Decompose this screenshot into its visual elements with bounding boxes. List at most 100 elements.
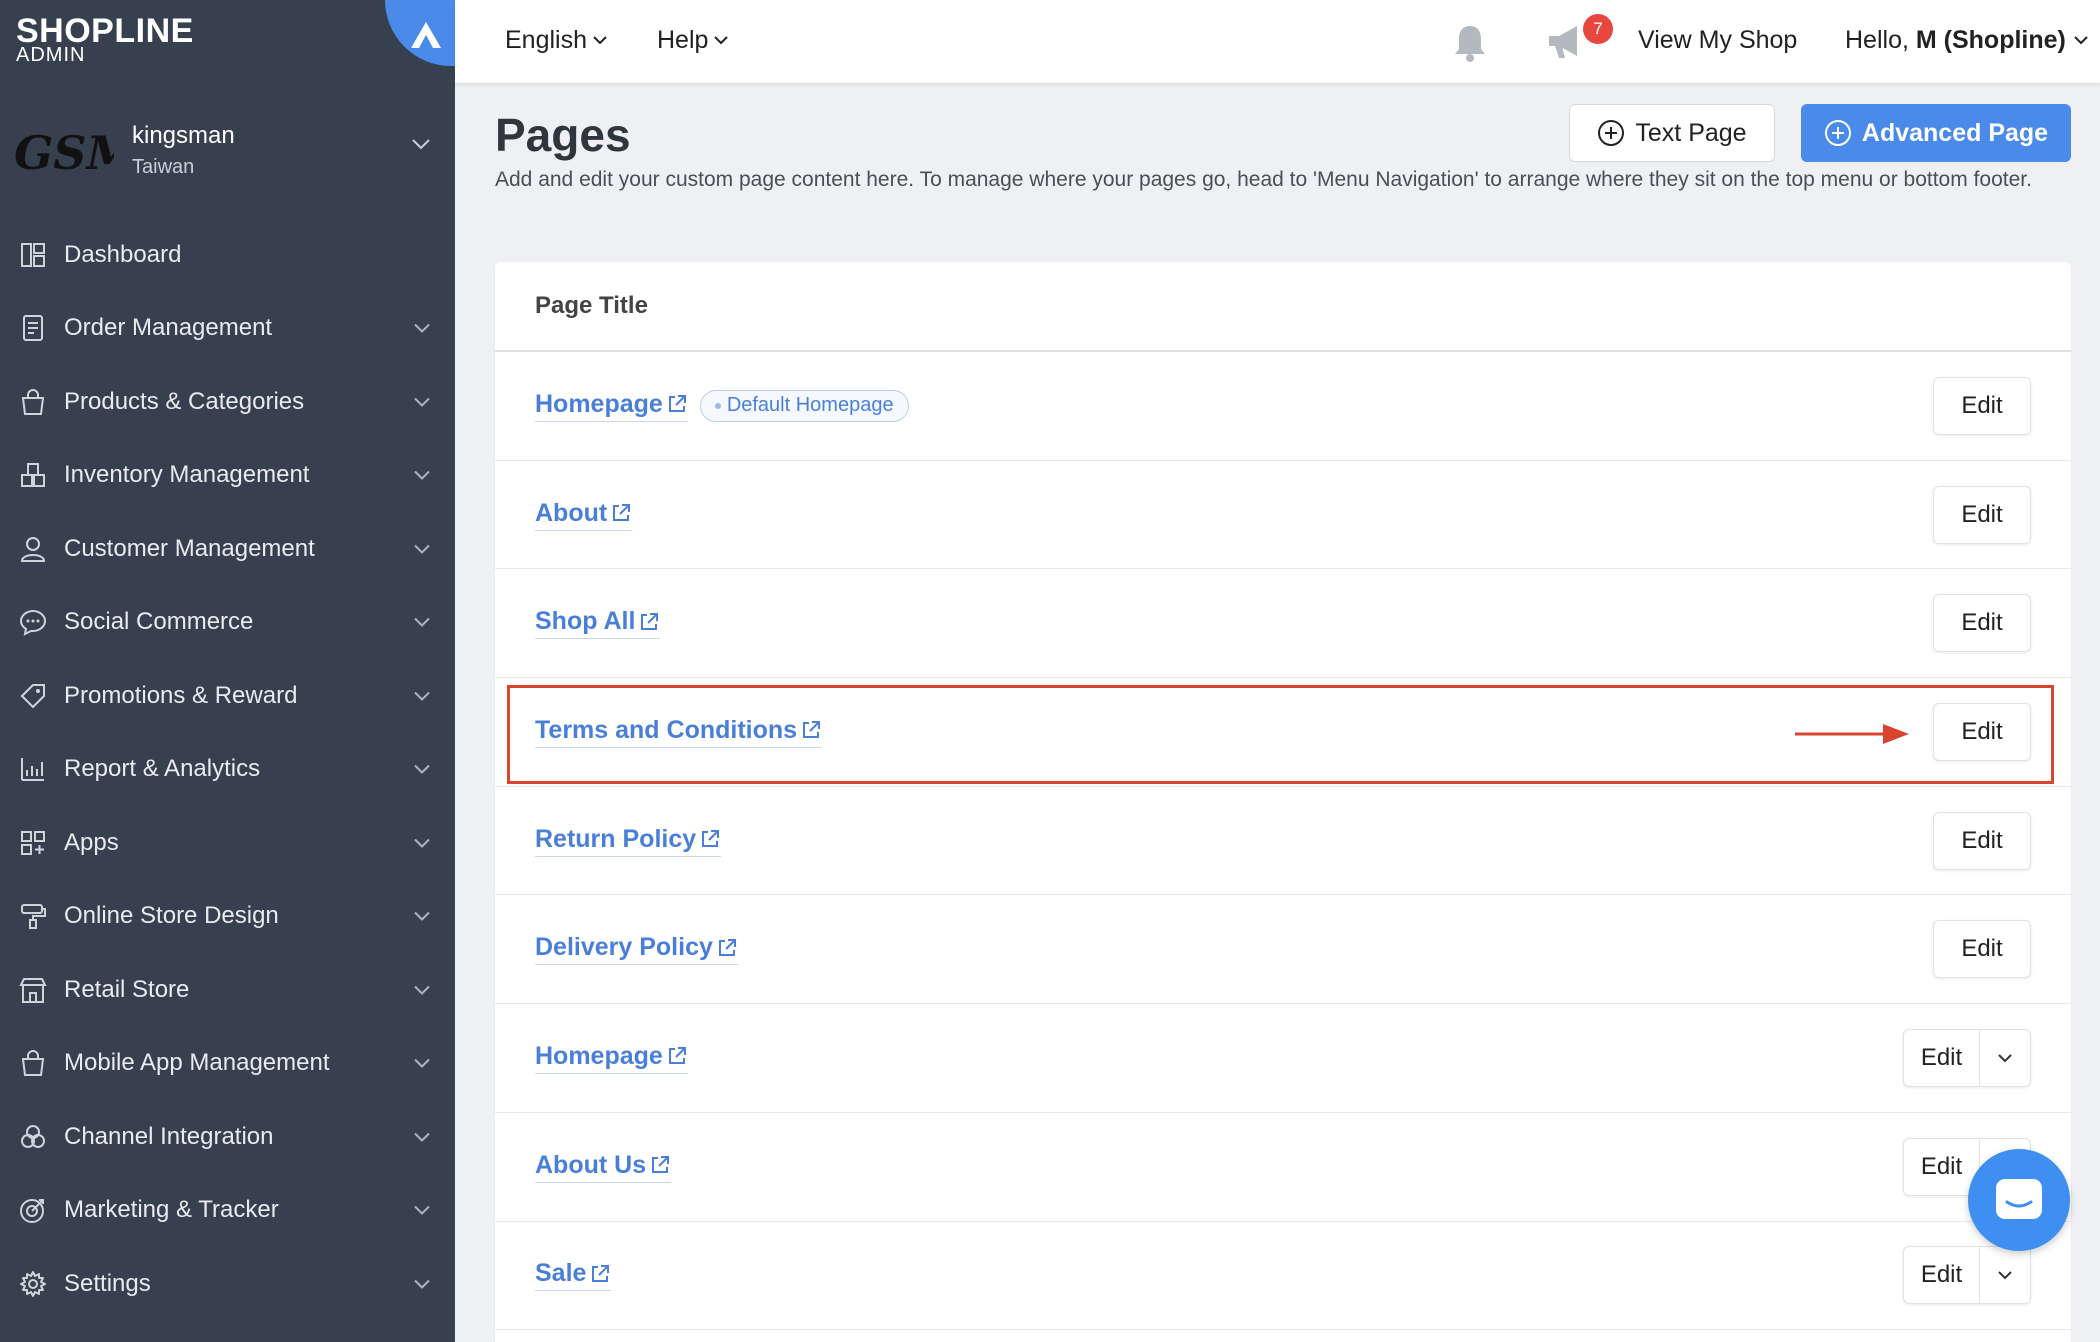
page-title-link[interactable]: About Us — [535, 1151, 672, 1183]
shopping-bag-icon — [18, 1048, 48, 1078]
language-selector[interactable]: English — [505, 26, 607, 55]
page-title-link[interactable]: Shop All — [535, 607, 661, 640]
sidebar-item-settings[interactable]: Settings — [0, 1247, 455, 1321]
user-menu[interactable]: Hello, M (Shopline) — [1845, 26, 2088, 55]
view-my-shop-link[interactable]: View My Shop — [1638, 26, 1797, 55]
chevron-down-icon — [412, 139, 430, 150]
external-link-icon — [803, 721, 821, 739]
chevron-down-icon — [414, 765, 430, 775]
external-link-icon — [718, 938, 736, 956]
dashboard-icon — [18, 240, 48, 270]
help-menu[interactable]: Help — [657, 26, 729, 55]
chevron-down-icon — [1998, 1054, 2012, 1063]
page-title-link[interactable]: Terms and Conditions — [535, 715, 823, 748]
table-row: Shop All Edit — [495, 569, 2071, 679]
sidebar-item-marketing-tracker[interactable]: Marketing & Tracker — [0, 1174, 455, 1248]
sidebar-item-inventory-management[interactable]: Inventory Management — [0, 439, 455, 513]
chevron-down-icon — [414, 544, 430, 554]
sidebar-item-apps[interactable]: Apps — [0, 806, 455, 880]
page-title-text: Homepage — [535, 1041, 663, 1070]
main-content: Pages Add and edit your custom page cont… — [455, 84, 2100, 1342]
page-title-link[interactable]: About — [535, 498, 633, 531]
page-title-link[interactable]: Return Policy — [535, 824, 722, 857]
edit-button[interactable]: Edit — [1933, 811, 2031, 870]
help-label: Help — [657, 26, 709, 54]
edit-button[interactable]: Edit — [1933, 485, 2031, 544]
table-row: Delivery Policy Edit — [495, 895, 2071, 1005]
edit-button[interactable]: Edit — [1933, 702, 2031, 761]
more-options-dropdown[interactable] — [1980, 1030, 2030, 1086]
column-header-page-title: Page Title — [495, 262, 2071, 352]
sidebar-item-mobile-app-management[interactable]: Mobile App Management — [0, 1027, 455, 1101]
external-link-icon — [613, 504, 631, 522]
sidebar-item-label: Apps — [64, 828, 119, 856]
table-row: Return Policy Edit — [495, 787, 2071, 896]
store-logo: GSM — [14, 126, 114, 180]
language-label: English — [505, 26, 587, 54]
sidebar-item-retail-store[interactable]: Retail Store — [0, 953, 455, 1027]
external-link-icon — [641, 612, 659, 630]
edit-button[interactable]: Edit — [1904, 1138, 1980, 1195]
bell-icon[interactable] — [1450, 22, 1490, 64]
page-title-link[interactable]: Sale — [535, 1259, 612, 1292]
edit-button[interactable]: Edit — [1904, 1247, 1980, 1304]
page-title-text: Terms and Conditions — [535, 715, 798, 744]
order-icon — [18, 313, 48, 343]
sidebar-item-social-commerce[interactable]: Social Commerce — [0, 586, 455, 660]
sidebar-item-promotions-reward[interactable]: Promotions & Reward — [0, 659, 455, 733]
sidebar-item-dashboard[interactable]: Dashboard — [0, 218, 455, 292]
live-chat-button[interactable] — [1968, 1149, 2070, 1251]
user-icon — [18, 534, 48, 564]
chevron-down-icon — [414, 985, 430, 995]
sidebar-menu: Dashboard Order Management Products & Cate… — [0, 218, 455, 1321]
brand-logo-sub: ADMIN — [16, 44, 86, 66]
target-icon — [18, 1195, 48, 1225]
sidebar-item-products-categories[interactable]: Products & Categories — [0, 365, 455, 439]
store-region: Taiwan — [132, 156, 195, 178]
sidebar-item-channel-integration[interactable]: Channel Integration — [0, 1100, 455, 1174]
page-title-text: Delivery Policy — [535, 933, 713, 962]
more-options-dropdown[interactable] — [1980, 1247, 2030, 1303]
notification-badge: 7 — [1583, 14, 1613, 44]
edit-button[interactable]: Edit — [1933, 376, 2031, 435]
chevron-down-icon — [414, 1279, 430, 1289]
sidebar-item-label: Mobile App Management — [64, 1049, 330, 1077]
chat-icon — [1996, 1179, 2042, 1219]
badge-label: Default Homepage — [726, 394, 894, 417]
collapse-sidebar-toggle[interactable] — [385, 0, 455, 66]
external-link-icon — [702, 830, 720, 848]
plus-circle-icon — [1598, 120, 1625, 146]
text-page-label: Text Page — [1635, 118, 1747, 147]
add-advanced-page-button[interactable]: Advanced Page — [1801, 104, 2071, 162]
page-title-link[interactable]: Homepage — [535, 1042, 688, 1074]
edit-button[interactable]: Edit — [1933, 920, 2031, 979]
chevron-down-icon — [414, 912, 430, 922]
sidebar-item-online-store-design[interactable]: Online Store Design — [0, 880, 455, 954]
sidebar-item-label: Social Commerce — [64, 608, 254, 636]
sidebar-item-label: Promotions & Reward — [64, 681, 298, 709]
apps-icon — [18, 828, 48, 858]
sidebar-item-label: Marketing & Tracker — [64, 1196, 279, 1224]
sidebar-item-customer-management[interactable]: Customer Management — [0, 512, 455, 586]
sidebar-item-report-analytics[interactable]: Report & Analytics — [0, 733, 455, 807]
chevron-down-icon — [414, 1132, 430, 1142]
page-title-text: Homepage — [535, 389, 663, 418]
circles-icon — [18, 1122, 48, 1152]
edit-button[interactable]: Edit — [1933, 594, 2031, 653]
table-row: Sale Edit — [495, 1222, 2071, 1331]
arrow-right-icon — [1795, 724, 1909, 744]
edit-button[interactable]: Edit — [1904, 1029, 1980, 1086]
table-row: About Edit — [495, 461, 2071, 570]
page-title-text: About — [535, 498, 608, 527]
page-title-link[interactable]: Homepage — [535, 390, 688, 422]
store-switcher[interactable]: GSM kingsman Taiwan — [0, 110, 455, 200]
sidebar-item-order-management[interactable]: Order Management — [0, 292, 455, 366]
advanced-page-label: Advanced Page — [1861, 118, 2049, 147]
page-title-text: Return Policy — [535, 824, 697, 853]
paint-roller-icon — [18, 901, 48, 931]
page-title-link[interactable]: Delivery Policy — [535, 933, 738, 966]
plus-circle-icon — [1824, 120, 1851, 146]
topbar: English Help 7 View My Shop Hello, M (Sh… — [455, 0, 2100, 84]
add-text-page-button[interactable]: Text Page — [1569, 104, 1775, 162]
sidebar-item-label: Online Store Design — [64, 902, 279, 930]
